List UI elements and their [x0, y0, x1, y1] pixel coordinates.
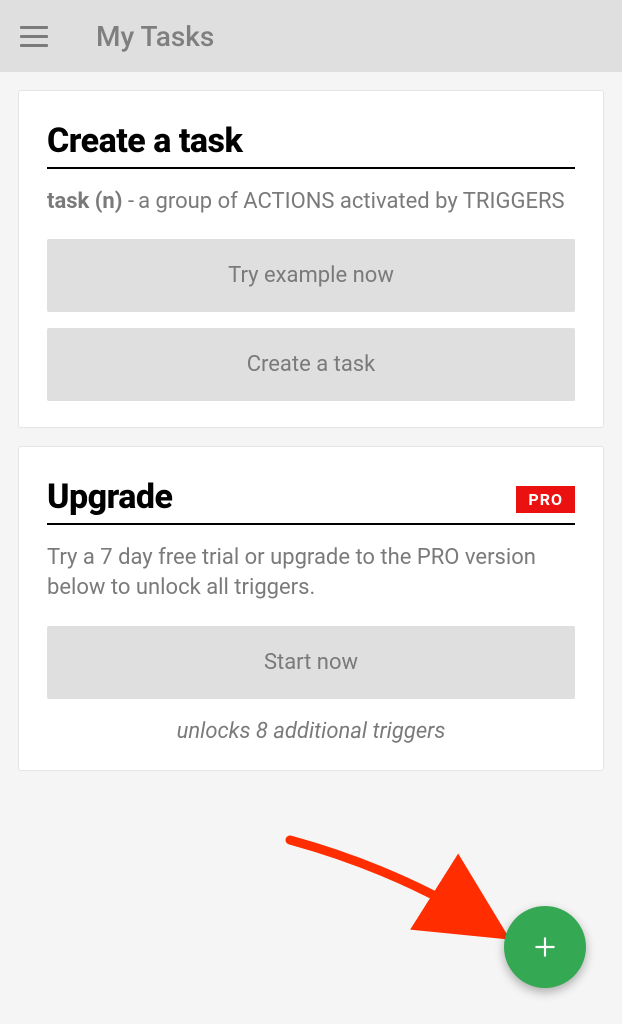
definition-body: a group of ACTIONS activated by TRIGGERS — [138, 187, 565, 217]
card-header: Create a task — [47, 121, 575, 169]
add-task-fab[interactable] — [504, 906, 586, 988]
create-task-button[interactable]: Create a task — [47, 328, 575, 401]
unlock-note: unlocks 8 additional triggers — [47, 719, 575, 744]
task-definition: task (n) - a group of ACTIONS activated … — [47, 187, 575, 217]
card-title: Upgrade — [47, 477, 172, 517]
pro-badge: PRO — [516, 486, 575, 513]
start-now-button[interactable]: Start now — [47, 626, 575, 699]
card-title: Create a task — [47, 121, 242, 161]
annotation-arrow-icon — [280, 830, 540, 970]
hamburger-menu-icon[interactable] — [14, 16, 54, 56]
content-area: Create a task task (n) - a group of ACTI… — [0, 72, 622, 789]
upgrade-card: Upgrade PRO Try a 7 day free trial or up… — [18, 446, 604, 772]
app-toolbar: My Tasks — [0, 0, 622, 72]
definition-separator: - — [128, 189, 138, 214]
page-title: My Tasks — [96, 20, 214, 53]
upgrade-description: Try a 7 day free trial or upgrade to the… — [47, 543, 575, 605]
card-header: Upgrade PRO — [47, 477, 575, 525]
try-example-button[interactable]: Try example now — [47, 239, 575, 312]
definition-term: task (n) — [47, 189, 123, 214]
create-task-card: Create a task task (n) - a group of ACTI… — [18, 90, 604, 428]
plus-icon — [532, 934, 558, 960]
